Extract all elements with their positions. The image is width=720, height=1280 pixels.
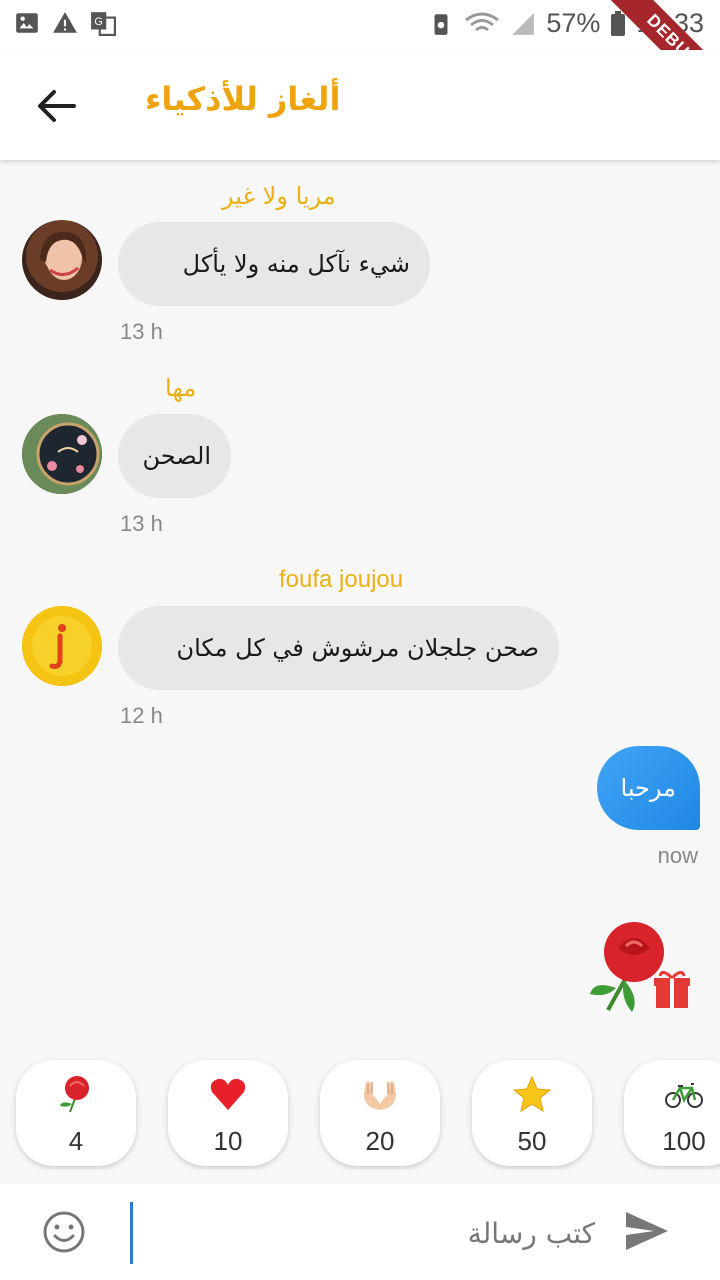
status-bar: G 57% 12:33 DEBUG	[0, 0, 720, 119]
sender-name: مها	[165, 374, 197, 402]
message-time: 13 h	[120, 319, 163, 344]
person-photo-icon	[40, 231, 87, 280]
battery-icon	[611, 10, 626, 36]
gift-value: 10	[213, 1126, 243, 1156]
message-bubble[interactable]: شيء نآكل منه ولا يأكل	[118, 222, 430, 306]
gift-rose-button[interactable]: 4	[16, 1060, 136, 1166]
gift-heart-button[interactable]: 10	[168, 1060, 288, 1166]
gift-bicycle-button[interactable]: 100	[624, 1060, 720, 1166]
my-message-time: now	[657, 843, 698, 868]
battery-saver-icon	[434, 13, 448, 35]
image-icon	[16, 13, 38, 33]
translate-icon: G	[91, 12, 116, 36]
battery-percent: 57%	[546, 8, 601, 38]
praying-hands-icon	[364, 1081, 396, 1110]
message-time: 12 h	[120, 703, 163, 728]
heart-icon	[210, 1078, 246, 1110]
bicycle-icon	[665, 1083, 703, 1108]
app-bar: ألغاز للأذكياء	[0, 50, 720, 160]
gift-star-button[interactable]: 50	[472, 1060, 592, 1166]
sender-name: مريا ولا غير	[222, 182, 336, 210]
svg-text:G: G	[94, 16, 102, 28]
gift-value: 100	[662, 1126, 706, 1156]
gift-options: 4 10 20 50 100	[0, 1058, 720, 1170]
message-time: 13 h	[120, 511, 163, 536]
avatar[interactable]	[22, 414, 102, 494]
rose-gift-icon[interactable]	[588, 918, 692, 1018]
gift-value: 50	[517, 1126, 547, 1156]
smiley-icon[interactable]	[40, 1208, 88, 1256]
gift-value: 4	[68, 1126, 84, 1156]
message-input[interactable]	[130, 1202, 597, 1264]
signal-icon	[512, 12, 535, 35]
message-bubble[interactable]: الصحن	[118, 414, 231, 498]
star-icon	[512, 1075, 552, 1113]
gift-praying-hands-button[interactable]: 20	[320, 1060, 440, 1166]
embroidery-photo-icon	[22, 414, 102, 494]
avatar[interactable]	[22, 220, 102, 300]
wifi-icon	[465, 12, 500, 31]
send-icon[interactable]	[624, 1210, 670, 1252]
page-title: ألغاز للأذكياء	[145, 80, 341, 118]
sender-name: foufa joujou	[279, 566, 404, 593]
avatar[interactable]	[22, 606, 102, 686]
warning-icon	[53, 12, 77, 33]
gift-value: 20	[365, 1126, 395, 1156]
my-message-bubble[interactable]: مرحبا	[596, 746, 700, 830]
composer-bar	[0, 1184, 720, 1280]
logo-avatar-icon	[22, 606, 102, 686]
arrow-back-icon[interactable]	[34, 86, 78, 126]
message-bubble[interactable]: صحن جلجلان مرشوش في كل مكان	[118, 606, 559, 690]
rose-icon	[60, 1076, 89, 1113]
